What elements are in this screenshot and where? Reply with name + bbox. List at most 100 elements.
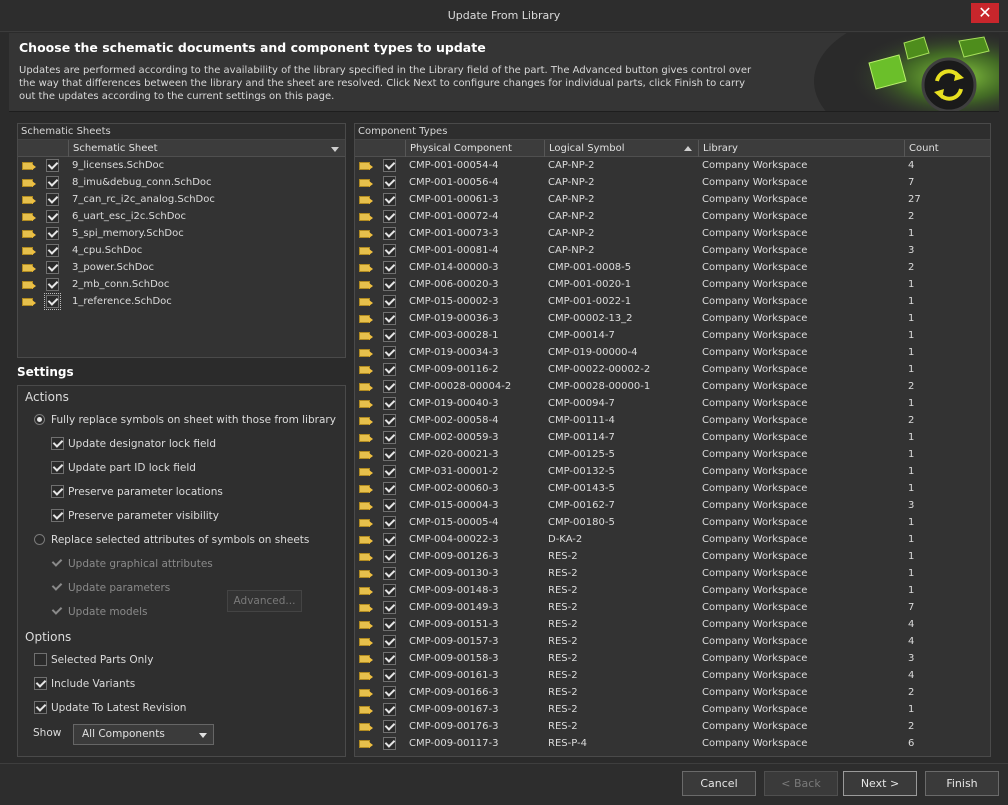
component-row[interactable]: CMP-009-00158-3 RES-2 Company Workspace 3 xyxy=(355,650,990,667)
filter-dropdown-icon[interactable] xyxy=(331,147,339,152)
col-library[interactable]: Library xyxy=(698,140,904,157)
component-checkbox[interactable] xyxy=(383,533,396,546)
component-checkbox[interactable] xyxy=(383,550,396,563)
cancel-button[interactable]: Cancel xyxy=(682,771,756,796)
component-checkbox[interactable] xyxy=(383,499,396,512)
component-checkbox[interactable] xyxy=(383,601,396,614)
component-checkbox[interactable] xyxy=(383,295,396,308)
component-checkbox[interactable] xyxy=(383,380,396,393)
component-row[interactable]: CMP-009-00130-3 RES-2 Company Workspace 1 xyxy=(355,565,990,582)
component-checkbox[interactable] xyxy=(383,210,396,223)
sheet-row[interactable]: 9_licenses.SchDoc xyxy=(18,157,345,174)
sheet-row[interactable]: 7_can_rc_i2c_analog.SchDoc xyxy=(18,191,345,208)
component-row[interactable]: CMP-002-00059-3 CMP-00114-7 Company Worksp… xyxy=(355,429,990,446)
component-row[interactable]: CMP-019-00040-3 CMP-00094-7 Company Worksp… xyxy=(355,395,990,412)
component-checkbox[interactable] xyxy=(383,414,396,427)
component-checkbox[interactable] xyxy=(383,431,396,444)
component-checkbox[interactable] xyxy=(383,465,396,478)
component-row[interactable]: CMP-019-00036-3 CMP-00002-13_2 Company Wor… xyxy=(355,310,990,327)
component-checkbox[interactable] xyxy=(383,176,396,189)
sheet-row[interactable]: 1_reference.SchDoc xyxy=(18,293,345,310)
sheet-row[interactable]: 6_uart_esc_i2c.SchDoc xyxy=(18,208,345,225)
component-checkbox[interactable] xyxy=(383,346,396,359)
sheet-row[interactable]: 2_mb_conn.SchDoc xyxy=(18,276,345,293)
component-row[interactable]: CMP-015-00005-4 CMP-00180-5 Company Worksp… xyxy=(355,514,990,531)
col-schematic-sheet[interactable]: Schematic Sheet xyxy=(68,140,345,157)
finish-button[interactable]: Finish xyxy=(925,771,999,796)
component-checkbox[interactable] xyxy=(383,482,396,495)
component-row[interactable]: CMP-009-00151-3 RES-2 Company Workspace 4 xyxy=(355,616,990,633)
next-button[interactable]: Next > xyxy=(843,771,917,796)
component-row[interactable]: CMP-009-00116-2 CMP-00022-00002-2 Company … xyxy=(355,361,990,378)
component-row[interactable]: CMP-004-00022-3 D-KA-2 Company Workspace 1 xyxy=(355,531,990,548)
col-physical-component[interactable]: Physical Component xyxy=(405,140,544,157)
sheet-checkbox[interactable] xyxy=(46,210,59,223)
component-checkbox[interactable] xyxy=(383,635,396,648)
component-row[interactable]: CMP-019-00034-3 CMP-019-00000-4 Company Wo… xyxy=(355,344,990,361)
sheet-checkbox[interactable] xyxy=(46,278,59,291)
update-part-id-lock-box[interactable] xyxy=(51,461,64,474)
show-dropdown[interactable]: All Components xyxy=(73,724,214,745)
sheet-checkbox[interactable] xyxy=(46,244,59,257)
component-checkbox[interactable] xyxy=(383,329,396,342)
component-checkbox[interactable] xyxy=(383,720,396,733)
component-checkbox[interactable] xyxy=(383,703,396,716)
sheet-checkbox[interactable] xyxy=(44,293,61,310)
component-checkbox[interactable] xyxy=(383,159,396,172)
component-row[interactable]: CMP-006-00020-3 CMP-001-0020-1 Company Wor… xyxy=(355,276,990,293)
update-designator-lock-box[interactable] xyxy=(51,437,64,450)
replace-selected-radio-button[interactable] xyxy=(34,534,45,545)
component-row[interactable]: CMP-009-00167-3 RES-2 Company Workspace 1 xyxy=(355,701,990,718)
component-checkbox[interactable] xyxy=(383,584,396,597)
sheet-checkbox[interactable] xyxy=(46,176,59,189)
include-variants-box[interactable] xyxy=(34,677,47,690)
sheet-row[interactable]: 5_spi_memory.SchDoc xyxy=(18,225,345,242)
component-row[interactable]: CMP-014-00000-3 CMP-001-0008-5 Company Wor… xyxy=(355,259,990,276)
sheet-checkbox[interactable] xyxy=(46,261,59,274)
preserve-param-locations-box[interactable] xyxy=(51,485,64,498)
component-row[interactable]: CMP-009-00126-3 RES-2 Company Workspace 1 xyxy=(355,548,990,565)
component-checkbox[interactable] xyxy=(383,737,396,750)
selected-parts-only-box[interactable] xyxy=(34,653,47,666)
component-row[interactable]: CMP-009-00161-3 RES-2 Company Workspace 4 xyxy=(355,667,990,684)
component-checkbox[interactable] xyxy=(383,312,396,325)
component-row[interactable]: CMP-001-00054-4 CAP-NP-2 Company Workspace… xyxy=(355,157,990,174)
sheet-row[interactable]: 4_cpu.SchDoc xyxy=(18,242,345,259)
component-checkbox[interactable] xyxy=(383,516,396,529)
sheet-checkbox[interactable] xyxy=(46,159,59,172)
component-row[interactable]: CMP-003-00028-1 CMP-00014-7 Company Worksp… xyxy=(355,327,990,344)
sheet-checkbox[interactable] xyxy=(46,227,59,240)
component-row[interactable]: CMP-009-00166-3 RES-2 Company Workspace 2 xyxy=(355,684,990,701)
sheet-checkbox[interactable] xyxy=(46,193,59,206)
component-checkbox[interactable] xyxy=(383,652,396,665)
component-row[interactable]: CMP-001-00061-3 CAP-NP-2 Company Workspace… xyxy=(355,191,990,208)
component-row[interactable]: CMP-009-00117-3 RES-P-4 Company Workspace 6 xyxy=(355,735,990,752)
component-checkbox[interactable] xyxy=(383,227,396,240)
component-row[interactable]: CMP-009-00176-3 RES-2 Company Workspace 2 xyxy=(355,718,990,735)
component-row[interactable]: CMP-031-00001-2 CMP-00132-5 Company Worksp… xyxy=(355,463,990,480)
component-row[interactable]: CMP-009-00148-3 RES-2 Company Workspace 1 xyxy=(355,582,990,599)
component-checkbox[interactable] xyxy=(383,244,396,257)
component-checkbox[interactable] xyxy=(383,193,396,206)
col-count[interactable]: Count xyxy=(904,140,990,157)
component-checkbox[interactable] xyxy=(383,686,396,699)
component-row[interactable]: CMP-009-00157-3 RES-2 Company Workspace 4 xyxy=(355,633,990,650)
component-checkbox[interactable] xyxy=(383,261,396,274)
component-row[interactable]: CMP-002-00060-3 CMP-00143-5 Company Worksp… xyxy=(355,480,990,497)
sheet-row[interactable]: 3_power.SchDoc xyxy=(18,259,345,276)
component-row[interactable]: CMP-001-00081-4 CAP-NP-2 Company Workspace… xyxy=(355,242,990,259)
component-checkbox[interactable] xyxy=(383,669,396,682)
col-logical-symbol[interactable]: Logical Symbol xyxy=(544,140,698,157)
component-row[interactable]: CMP-009-00149-3 RES-2 Company Workspace 7 xyxy=(355,599,990,616)
component-checkbox[interactable] xyxy=(383,278,396,291)
component-row[interactable]: CMP-001-00056-4 CAP-NP-2 Company Workspace… xyxy=(355,174,990,191)
sheet-row[interactable]: 8_imu&debug_conn.SchDoc xyxy=(18,174,345,191)
component-row[interactable]: CMP-020-00021-3 CMP-00125-5 Company Worksp… xyxy=(355,446,990,463)
preserve-param-visibility-box[interactable] xyxy=(51,509,64,522)
component-row[interactable]: CMP-002-00058-4 CMP-00111-4 Company Worksp… xyxy=(355,412,990,429)
component-checkbox[interactable] xyxy=(383,567,396,580)
fully-replace-radio-button[interactable] xyxy=(34,414,45,425)
close-button[interactable]: ✕ xyxy=(971,3,999,23)
component-checkbox[interactable] xyxy=(383,397,396,410)
component-checkbox[interactable] xyxy=(383,363,396,376)
